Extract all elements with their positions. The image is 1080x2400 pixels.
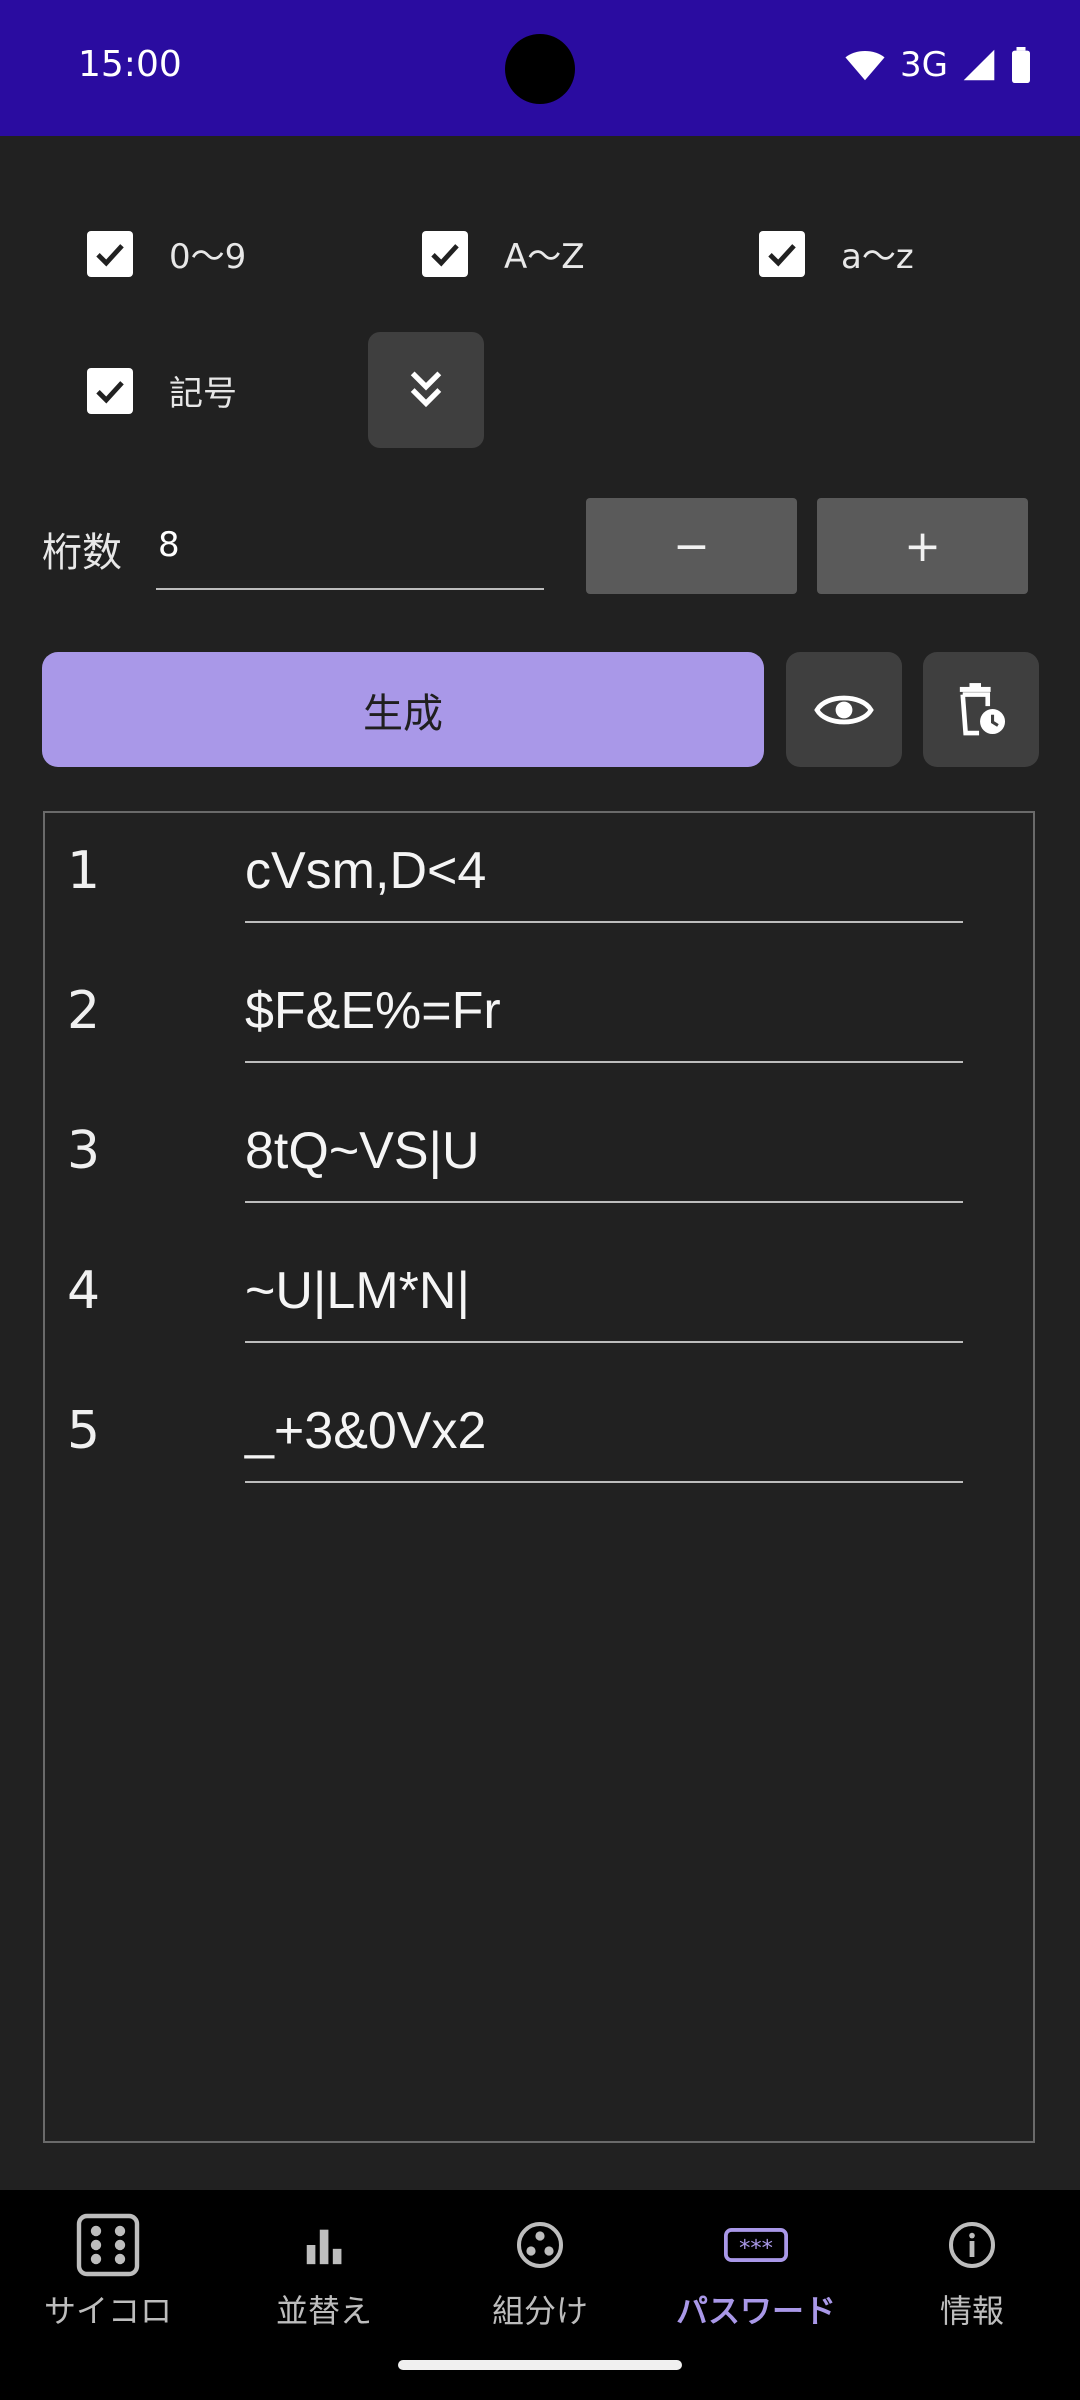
expand-symbols-button[interactable]: [368, 332, 484, 448]
svg-text:***: ***: [739, 2235, 773, 2261]
checkbox-uppercase-box[interactable]: [422, 230, 468, 277]
clear-history-button[interactable]: [923, 652, 1039, 767]
result-row: 1 cVsm,D<4: [45, 813, 1033, 923]
length-label: 桁数: [42, 530, 122, 576]
check-icon: [431, 243, 459, 266]
result-index: 1: [67, 841, 101, 901]
increment-button[interactable]: +: [817, 498, 1028, 594]
nav-item-password[interactable]: *** パスワード: [648, 2210, 864, 2340]
wifi-icon: [845, 50, 885, 81]
results-panel[interactable]: 1 cVsm,D<4 2 $F&E%=Fr 3 8tQ~VS|U 4 ~U|LM…: [43, 811, 1035, 2143]
dice-icon: [76, 2210, 140, 2280]
status-icons: 3G: [844, 40, 1032, 90]
check-icon: [96, 243, 124, 266]
checkbox-symbols[interactable]: 記号: [87, 366, 237, 415]
nav-label-dice: サイコロ: [43, 2292, 172, 2330]
toggle-visibility-button[interactable]: [786, 652, 902, 767]
status-time: 15:00: [78, 44, 182, 85]
signal-icon: [963, 49, 995, 81]
result-password[interactable]: ~U|LM*N|: [245, 1261, 963, 1343]
checkbox-lowercase-label: a〜z: [841, 237, 914, 277]
result-row: 2 $F&E%=Fr: [45, 953, 1033, 1063]
result-index: 3: [67, 1121, 101, 1181]
checkbox-uppercase[interactable]: A〜Z: [422, 229, 585, 278]
battery-icon: [1012, 47, 1030, 83]
checkbox-lowercase[interactable]: a〜z: [759, 229, 914, 278]
bar-chart-icon: [301, 2210, 347, 2280]
checkbox-digits-box[interactable]: [87, 230, 133, 277]
status-bar: 15:00 3G: [0, 0, 1080, 136]
nav-label-sort: 並替え: [275, 2292, 372, 2330]
checkbox-lowercase-box[interactable]: [759, 230, 805, 277]
length-input-wrap: [156, 510, 548, 590]
camera-cutout: [505, 34, 575, 104]
generate-button[interactable]: 生成: [42, 652, 764, 767]
eye-icon: [814, 695, 874, 724]
checkbox-uppercase-label: A〜Z: [504, 237, 585, 277]
info-icon: [948, 2210, 996, 2280]
nav-item-sort[interactable]: 並替え: [216, 2210, 432, 2340]
group-icon: [516, 2210, 564, 2280]
nav-label-group: 組分け: [491, 2292, 588, 2330]
result-password[interactable]: $F&E%=Fr: [245, 981, 963, 1063]
result-row: 5 _+3&0Vx2: [45, 1373, 1033, 1483]
nav-item-info[interactable]: 情報: [864, 2210, 1080, 2340]
nav-item-dice[interactable]: サイコロ: [0, 2210, 216, 2340]
result-password[interactable]: _+3&0Vx2: [245, 1401, 963, 1483]
check-icon: [768, 243, 796, 266]
checkbox-symbols-label: 記号: [169, 374, 237, 414]
decrement-button[interactable]: −: [586, 498, 797, 594]
checkbox-digits-label: 0〜9: [169, 237, 247, 277]
double-chevron-down-icon: [410, 371, 442, 408]
length-input[interactable]: [156, 510, 548, 580]
nav-label-info: 情報: [939, 2292, 1004, 2330]
checkbox-symbols-box[interactable]: [87, 367, 133, 414]
network-type-label: 3G: [900, 45, 948, 85]
result-password[interactable]: cVsm,D<4: [245, 841, 963, 923]
checkbox-digits[interactable]: 0〜9: [87, 229, 246, 278]
result-row: 3 8tQ~VS|U: [45, 1093, 1033, 1203]
result-row: 4 ~U|LM*N|: [45, 1233, 1033, 1343]
nav-item-group[interactable]: 組分け: [432, 2210, 648, 2340]
result-index: 4: [67, 1261, 101, 1321]
delete-history-icon: [959, 682, 1006, 735]
result-index: 5: [67, 1401, 101, 1461]
home-indicator[interactable]: [398, 2360, 682, 2370]
password-icon: ***: [724, 2210, 788, 2280]
result-index: 2: [67, 981, 101, 1041]
result-password[interactable]: 8tQ~VS|U: [245, 1121, 963, 1203]
check-icon: [96, 380, 124, 403]
nav-label-password: パスワード: [675, 2292, 836, 2330]
